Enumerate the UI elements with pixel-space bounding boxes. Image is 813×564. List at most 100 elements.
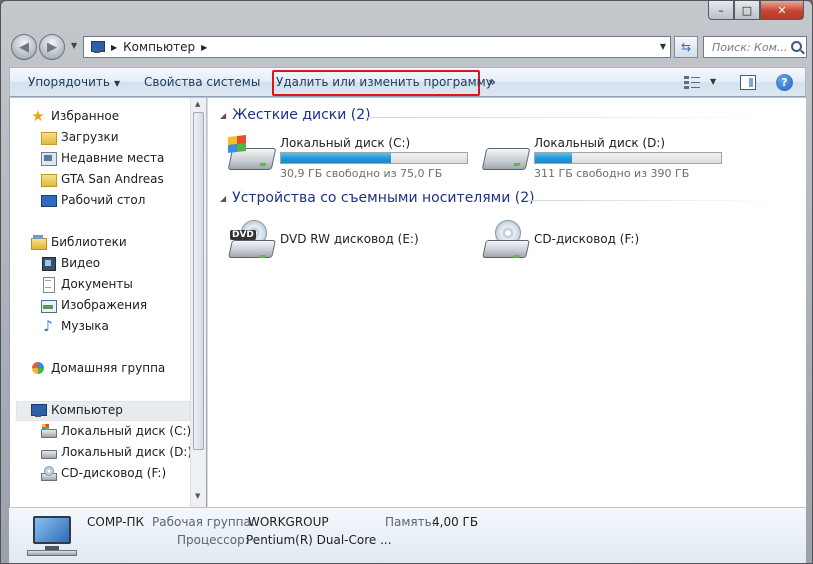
collapse-icon[interactable]: ◢	[220, 111, 226, 120]
group-title: Жесткие диски (2)	[232, 107, 371, 123]
search-icon[interactable]	[791, 41, 802, 52]
sidebar-item-desktop[interactable]: Рабочий стол	[40, 192, 145, 208]
sidebar-item-homegroup[interactable]: Домашняя группа	[30, 360, 165, 376]
recent-pages-dropdown[interactable]: ▼	[71, 41, 77, 50]
sidebar-item-video[interactable]: Видео	[40, 255, 100, 271]
document-icon	[40, 276, 56, 293]
scroll-down-icon[interactable]: ▼	[195, 492, 200, 500]
sidebar-label: Библиотеки	[51, 235, 127, 249]
computer-icon	[27, 514, 77, 558]
search-placeholder: Поиск: Ком...	[712, 40, 788, 54]
organize-label: Упорядочить	[28, 75, 110, 89]
library-icon	[30, 234, 47, 250]
sidebar-label: Документы	[61, 277, 133, 291]
collapse-icon[interactable]: ◢	[220, 194, 226, 203]
cd-drive-icon	[482, 220, 530, 260]
sidebar-item-disk-d[interactable]: Локальный диск (D:)	[40, 444, 192, 460]
video-icon	[40, 255, 56, 271]
dvd-drive-icon: DVD	[228, 220, 276, 260]
address-bar[interactable]: ▶ Компьютер ▶ ▼	[83, 36, 671, 58]
folder-icon	[40, 171, 57, 187]
computer-icon	[30, 402, 47, 418]
refresh-icon: ⇆	[680, 40, 692, 54]
sidebar-item-computer[interactable]: Компьютер	[30, 402, 123, 418]
caption-buttons: – □ ✕	[708, 1, 804, 20]
sidebar-item-music[interactable]: ♪ Музыка	[40, 318, 109, 334]
content-pane: ◢ Жесткие диски (2) Локальный диск (C:) …	[207, 98, 806, 507]
sidebar-item-documents[interactable]: Документы	[40, 276, 133, 293]
cpu-value: Pentium(R) Dual-Core ...	[246, 533, 392, 547]
sidebar-item-favorites[interactable]: ★ Избранное	[30, 108, 119, 124]
sidebar-label: Загрузки	[61, 130, 119, 144]
organize-button[interactable]: Упорядочить ▼	[28, 75, 120, 89]
computer-icon	[89, 40, 105, 54]
address-history-dropdown[interactable]: ▼	[660, 42, 666, 51]
cpu-label: Процессор:	[177, 533, 249, 547]
drive-free-space: 30,9 ГБ свободно из 75,0 ГБ	[280, 167, 443, 180]
chevron-right-icon[interactable]: ▶	[201, 43, 207, 52]
drive-name: DVD RW дисковод (E:)	[280, 232, 419, 246]
navigation-scrollbar[interactable]: ▲ ▼	[190, 98, 206, 507]
address-row: ◀ ▶ ▼ ▶ Компьютер ▶ ▼ ⇆ Поиск: Ком...	[9, 34, 807, 60]
arrow-right-icon: ▶	[47, 39, 57, 55]
more-commands-button[interactable]: »	[488, 75, 496, 89]
memory-label: Память:	[385, 515, 436, 529]
hard-drive-icon	[481, 134, 531, 174]
pc-name: COMP-ПК	[87, 515, 145, 529]
sidebar-item-images[interactable]: Изображения	[40, 297, 147, 313]
arrow-left-icon: ◀	[19, 39, 29, 55]
help-icon[interactable]: ?	[776, 74, 793, 91]
sidebar-item-gta[interactable]: GTA San Andreas	[40, 171, 164, 187]
sidebar-item-cd-f[interactable]: CD-дисковод (F:)	[40, 465, 166, 481]
workgroup-value: WORKGROUP	[248, 515, 329, 529]
sidebar-item-libraries[interactable]: Библиотеки	[30, 234, 127, 250]
maximize-button[interactable]: □	[734, 1, 760, 20]
system-properties-button[interactable]: Свойства системы	[144, 75, 260, 89]
view-options-dropdown[interactable]: ▼	[710, 77, 716, 86]
scrollbar-thumb[interactable]	[193, 112, 204, 450]
uninstall-program-button[interactable]: Удалить или изменить программу	[276, 75, 493, 89]
back-button[interactable]: ◀	[11, 34, 37, 60]
system-drive-icon	[40, 423, 57, 439]
homegroup-icon	[30, 360, 46, 376]
forward-button[interactable]: ▶	[39, 34, 65, 60]
minimize-button[interactable]: –	[708, 1, 734, 20]
sidebar-label: Изображения	[61, 298, 148, 312]
pictures-icon	[40, 297, 57, 313]
search-input[interactable]: Поиск: Ком...	[703, 36, 807, 58]
star-icon: ★	[31, 107, 45, 125]
sidebar-label: Видео	[61, 256, 101, 270]
preview-pane-icon[interactable]	[740, 75, 756, 90]
sidebar-item-disk-c[interactable]: Локальный диск (C:)	[40, 423, 191, 439]
workgroup-label: Рабочая группа:	[152, 515, 255, 529]
drive-free-space: 311 ГБ свободно из 390 ГБ	[534, 167, 690, 180]
hard-drives-group-header[interactable]: ◢ Жесткие диски (2)	[220, 107, 371, 123]
recent-places-icon	[40, 150, 57, 166]
sidebar-item-recent[interactable]: Недавние места	[40, 150, 164, 166]
close-button[interactable]: ✕	[760, 1, 804, 20]
removable-group-header[interactable]: ◢ Устройства со съемными носителями (2)	[220, 190, 535, 206]
drive-name: Локальный диск (D:)	[534, 136, 666, 150]
scroll-up-icon[interactable]: ▲	[195, 100, 200, 108]
sidebar-label: Локальный диск (D:)	[61, 445, 193, 459]
sidebar-label: Музыка	[61, 319, 109, 333]
details-pane: COMP-ПК Рабочая группа: WORKGROUP Память…	[9, 507, 806, 563]
sidebar-label: Локальный диск (C:)	[61, 424, 192, 438]
change-view-icon[interactable]	[684, 75, 700, 89]
chevron-right-icon[interactable]: ▶	[111, 43, 117, 52]
drive-usage-bar	[534, 152, 722, 164]
system-drive-icon	[227, 134, 277, 174]
drive-name: Локальный диск (C:)	[280, 136, 411, 150]
sidebar-item-downloads[interactable]: Загрузки	[40, 129, 119, 145]
sidebar-label: Рабочий стол	[61, 193, 146, 207]
refresh-button[interactable]: ⇆	[674, 36, 698, 58]
group-divider	[526, 200, 786, 201]
drive-c[interactable]: Локальный диск (C:) 30,9 ГБ свободно из …	[227, 134, 478, 180]
drive-dvd-e[interactable]: DVD DVD RW дисковод (E:)	[228, 220, 478, 264]
folder-icon	[40, 129, 57, 145]
sidebar-label: Домашняя группа	[51, 361, 166, 375]
drive-d[interactable]: Локальный диск (D:) 311 ГБ свободно из 3…	[481, 134, 732, 180]
desktop-icon	[40, 192, 57, 208]
breadcrumb-computer[interactable]: Компьютер	[123, 40, 195, 54]
drive-cd-f[interactable]: CD-дисковод (F:)	[482, 220, 732, 264]
